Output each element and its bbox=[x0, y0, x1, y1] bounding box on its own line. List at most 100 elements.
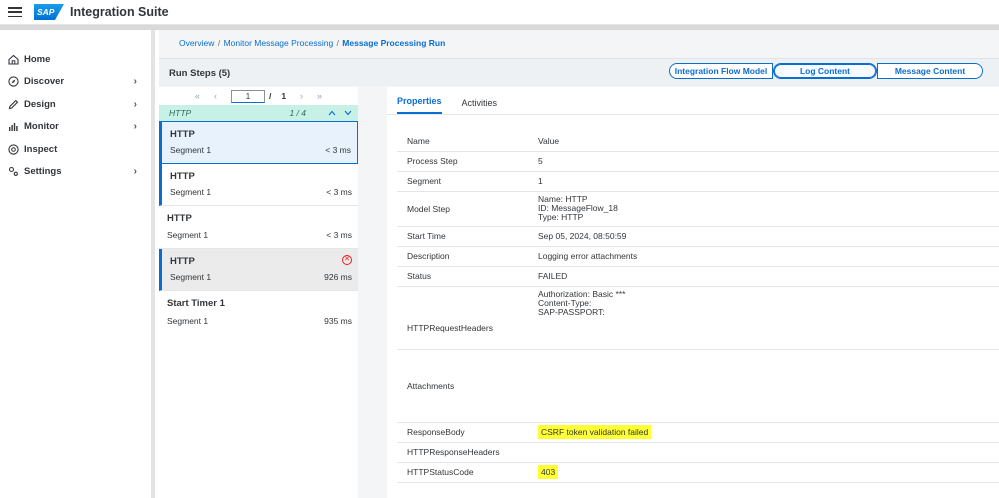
breadcrumb-separator: / bbox=[217, 38, 221, 48]
tab-properties[interactable]: Properties bbox=[397, 96, 442, 114]
property-name: HTTPRequestHeaders bbox=[397, 286, 528, 350]
run-step-item[interactable]: HTTP Segment 1 < 3 ms bbox=[159, 163, 358, 206]
run-step-item[interactable]: HTTP Segment 1 < 3 ms bbox=[159, 121, 358, 164]
table-row: HTTPStatusCode 403 bbox=[397, 462, 999, 483]
tab-message-content[interactable]: Message Content bbox=[877, 63, 983, 79]
error-icon: ✕ bbox=[342, 254, 352, 265]
run-steps-title: Run Steps (5) bbox=[169, 68, 231, 79]
breadcrumb-link-overview[interactable]: Overview bbox=[179, 38, 214, 48]
value-line: Authorization: Basic *** bbox=[538, 288, 626, 299]
step-duration: < 3 ms bbox=[326, 229, 352, 240]
step-name: HTTP bbox=[167, 213, 192, 224]
tab-log-content[interactable]: Log Content bbox=[773, 63, 877, 79]
last-page-icon[interactable]: » bbox=[317, 91, 322, 101]
nav-label: Monitor bbox=[24, 121, 59, 133]
step-segment: Segment 1 bbox=[170, 272, 212, 282]
page-input[interactable]: 1 bbox=[230, 89, 265, 103]
property-name: Status bbox=[397, 266, 528, 287]
run-step-item[interactable]: HTTP Segment 1 < 3 ms bbox=[159, 206, 358, 249]
status-value: FAILED bbox=[528, 266, 999, 287]
property-value: Logging error attachments bbox=[528, 246, 999, 267]
nav-item-design[interactable]: Design › bbox=[0, 93, 151, 116]
properties-table: Name Value Process Step 5 Segment 1 Mode… bbox=[397, 131, 999, 483]
tab-activities[interactable]: Activities bbox=[462, 98, 498, 114]
run-steps-list: « ‹ 1 / 1 › » HTTP 1 / 4 HTTP Segment 1 … bbox=[159, 87, 358, 498]
chevron-right-icon: › bbox=[133, 166, 137, 178]
run-step-item[interactable]: Start Timer 1 Segment 1 935 ms bbox=[159, 291, 358, 334]
next-page-icon[interactable]: › bbox=[300, 91, 303, 101]
property-value: 403 bbox=[528, 462, 999, 483]
step-segment: Segment 1 bbox=[167, 229, 209, 240]
property-name: HTTPStatusCode bbox=[397, 462, 528, 483]
nav-item-inspect[interactable]: Inspect bbox=[0, 138, 151, 161]
property-value: 1 bbox=[528, 171, 999, 192]
breadcrumb-current: Message Processing Run bbox=[342, 38, 446, 48]
property-value: 5 bbox=[528, 151, 999, 172]
tab-integration-flow-model[interactable]: Integration Flow Model bbox=[669, 63, 773, 79]
run-step-item[interactable]: HTTP ✕ Segment 1 926 ms bbox=[159, 248, 358, 291]
main-content: Overview / Monitor Message Processing / … bbox=[159, 30, 999, 498]
property-name: Model Step bbox=[397, 191, 528, 227]
shell-bar: SAP Integration Suite bbox=[0, 0, 999, 25]
chevron-right-icon: › bbox=[133, 98, 137, 110]
step-duration: < 3 ms bbox=[326, 187, 352, 197]
step-segment: Segment 1 bbox=[170, 144, 212, 155]
property-value bbox=[528, 349, 999, 423]
step-duration: < 3 ms bbox=[325, 144, 351, 155]
panel-tabs: Properties Activities bbox=[387, 87, 999, 115]
prev-page-icon[interactable]: ‹ bbox=[214, 91, 217, 101]
step-name: HTTP bbox=[170, 255, 195, 267]
nav-label: Discover bbox=[24, 76, 65, 88]
nav-label: Home bbox=[24, 53, 51, 65]
hamburger-menu-icon[interactable] bbox=[8, 7, 22, 17]
settings-icon bbox=[8, 166, 19, 177]
nav-item-home[interactable]: Home bbox=[0, 48, 151, 71]
property-value: Name: HTTP ID: MessageFlow_18 Type: HTTP bbox=[528, 191, 999, 227]
nav-label: Design bbox=[24, 98, 56, 110]
column-header-name: Name bbox=[397, 131, 528, 152]
first-page-icon[interactable]: « bbox=[195, 91, 200, 101]
table-row: Attachments bbox=[397, 349, 999, 423]
step-duration: 926 ms bbox=[324, 272, 352, 282]
table-row: ResponseBody CSRF token validation faile… bbox=[397, 422, 999, 443]
table-row: Start Time Sep 05, 2024, 08:50:59 bbox=[397, 226, 999, 247]
table-row: Segment 1 bbox=[397, 171, 999, 192]
breadcrumb-separator: / bbox=[336, 38, 339, 48]
property-name: Description bbox=[397, 246, 528, 267]
step-segment: Segment 1 bbox=[167, 315, 209, 326]
inspect-icon bbox=[8, 144, 19, 155]
step-name: HTTP bbox=[170, 129, 195, 140]
column-header-value: Value bbox=[528, 131, 999, 152]
step-duration: 935 ms bbox=[324, 315, 352, 326]
property-value: Authorization: Basic *** Content-Type: S… bbox=[528, 286, 999, 350]
breadcrumb: Overview / Monitor Message Processing / … bbox=[179, 38, 445, 48]
filter-label: HTTP bbox=[169, 108, 192, 118]
nav-item-discover[interactable]: Discover › bbox=[0, 71, 151, 94]
highlighted-value: 403 bbox=[538, 465, 559, 479]
table-row: HTTPRequestHeaders Authorization: Basic … bbox=[397, 286, 999, 350]
chevron-down-icon[interactable] bbox=[344, 108, 352, 118]
property-name: Segment bbox=[397, 171, 528, 192]
nav-item-monitor[interactable]: Monitor › bbox=[0, 116, 151, 139]
property-name: ResponseBody bbox=[397, 422, 528, 443]
side-navigation: Home Discover › Design › Monitor › Inspe… bbox=[0, 30, 155, 498]
bar-chart-icon bbox=[8, 121, 19, 132]
sap-logo[interactable]: SAP bbox=[34, 4, 64, 20]
table-row: Description Logging error attachments bbox=[397, 246, 999, 267]
table-header-row: Name Value bbox=[397, 131, 999, 152]
nav-item-settings[interactable]: Settings › bbox=[0, 161, 151, 184]
value-line: Content-Type: bbox=[538, 297, 592, 308]
property-value bbox=[528, 442, 999, 463]
chevron-up-icon[interactable] bbox=[328, 108, 336, 118]
step-segment: Segment 1 bbox=[170, 187, 212, 197]
property-name: Process Step bbox=[397, 151, 528, 172]
pager: « ‹ 1 / 1 › » bbox=[159, 87, 358, 105]
pencil-icon bbox=[8, 99, 19, 110]
step-name: Start Timer 1 bbox=[167, 298, 225, 309]
table-row: Model Step Name: HTTP ID: MessageFlow_18… bbox=[397, 191, 999, 227]
property-name: Attachments bbox=[397, 349, 528, 423]
page-separator: / bbox=[268, 91, 272, 101]
chevron-right-icon: › bbox=[133, 121, 137, 133]
breadcrumb-link-monitor[interactable]: Monitor Message Processing bbox=[224, 38, 334, 48]
value-line: SAP-PASSPORT: bbox=[538, 306, 605, 317]
